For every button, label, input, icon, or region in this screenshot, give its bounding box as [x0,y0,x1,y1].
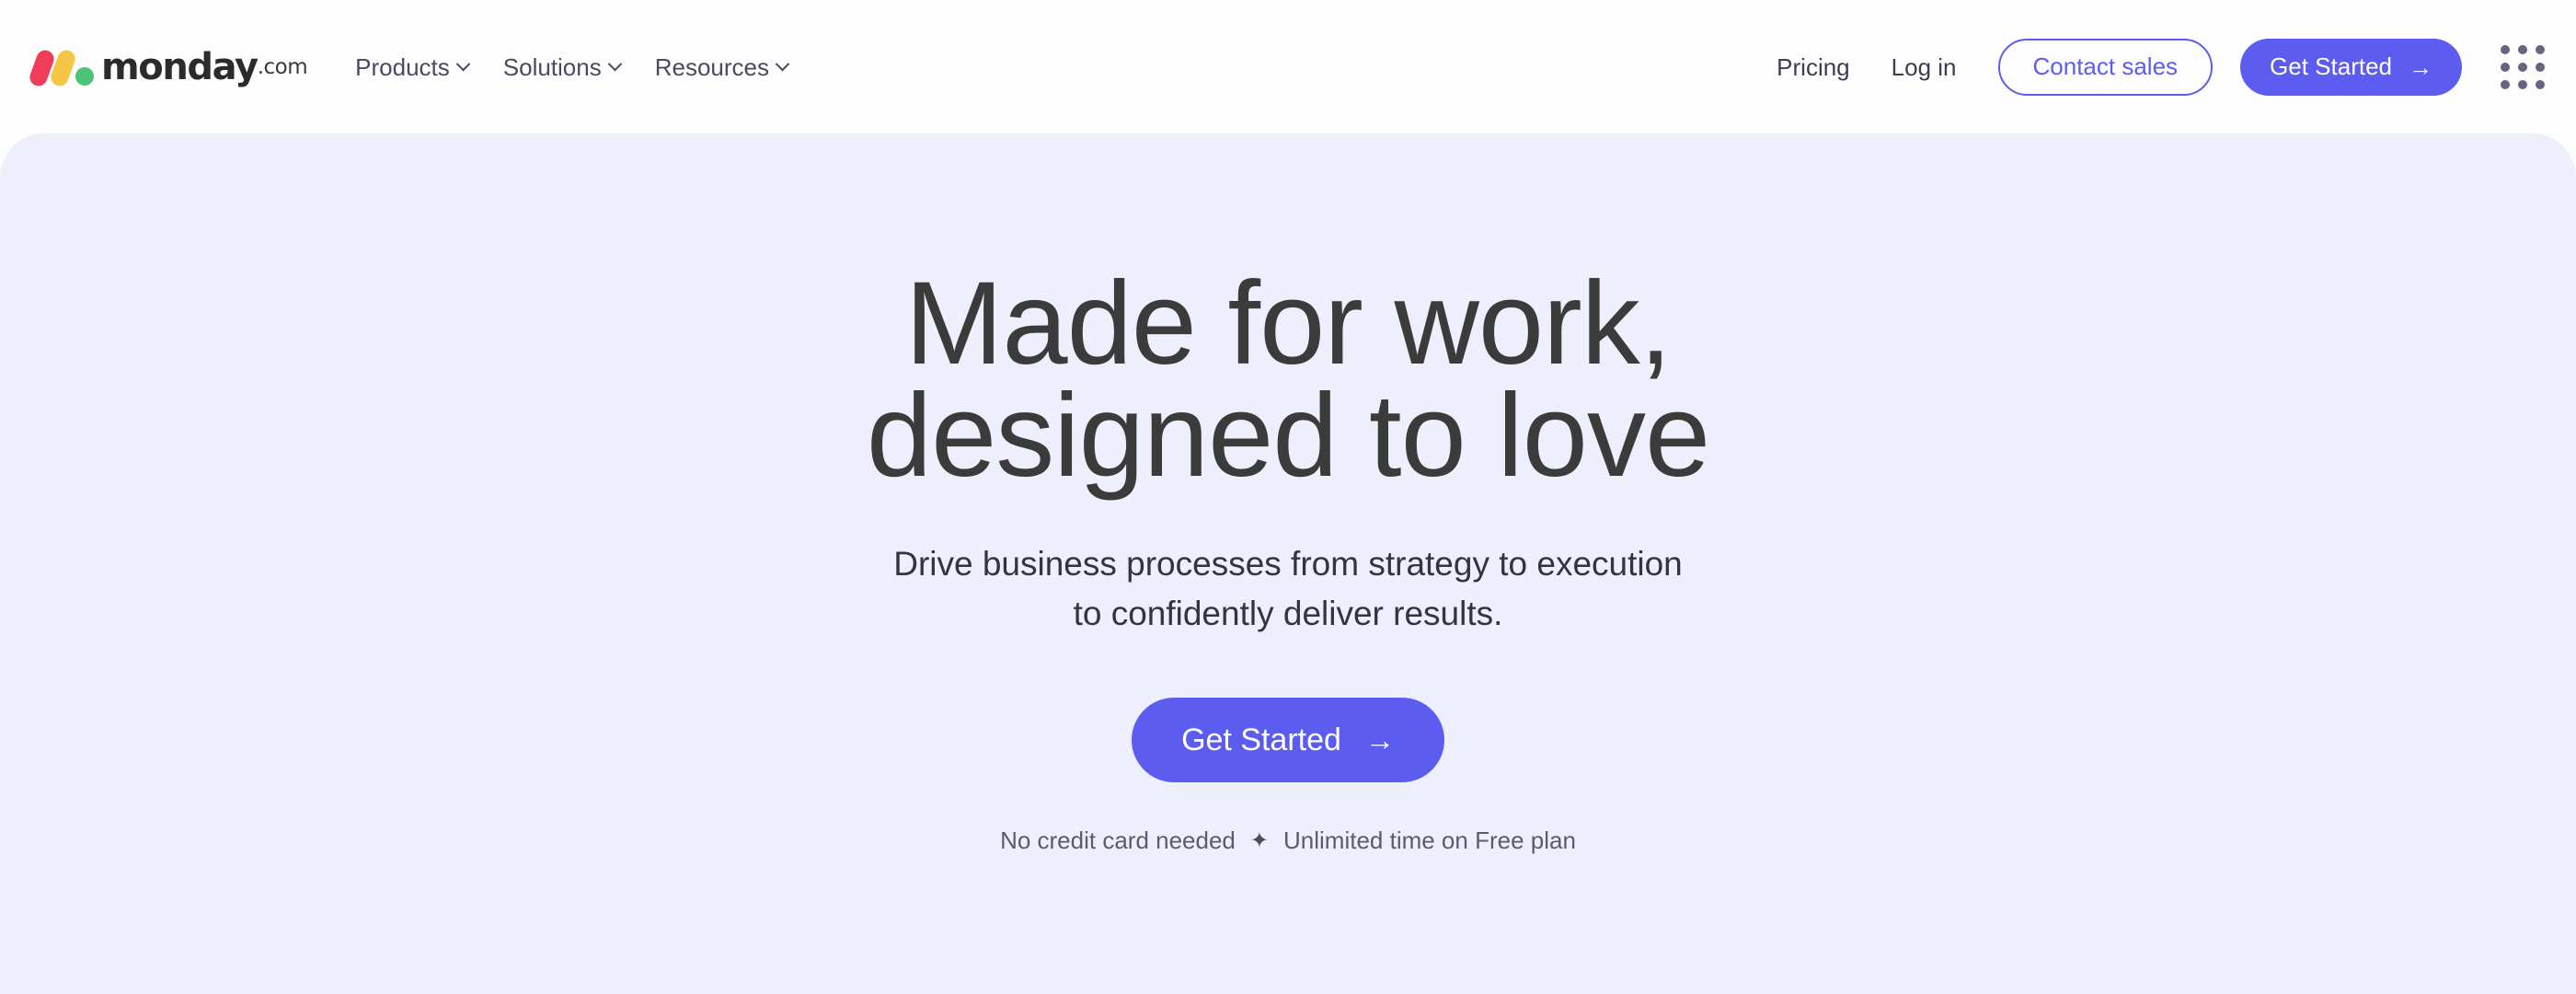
hero-subheadline-line-1: Drive business processes from strategy t… [893,545,1683,584]
grid-dot [2518,79,2527,89]
arrow-right-icon: → [1364,723,1395,757]
hero-section: Made for work, designed to love Drive bu… [0,133,2576,994]
site-header: monday .com Products Solutions Resources… [0,0,2576,133]
monday-logo[interactable]: monday .com [27,45,308,88]
hero-headline: Made for work, designed to love [866,258,1710,502]
header-get-started-label: Get Started [2270,52,2392,80]
nav-item-solutions[interactable]: Solutions [502,52,623,81]
grid-dot [2536,44,2545,54]
hero-headline-line-2: designed to love [866,369,1710,502]
header-get-started-button[interactable]: Get Started → [2240,38,2462,96]
hero-headline-line-1: Made for work, [904,258,1673,389]
grid-dot [2501,44,2510,54]
chevron-down-icon [775,56,790,72]
nav-link-pricing[interactable]: Pricing [1777,55,1849,79]
logo-green-dot-icon [75,66,94,86]
nav-item-products-label: Products [355,52,450,81]
chevron-down-icon [607,56,623,72]
logo-yellow-bar-icon [48,47,78,88]
nav-item-resources-label: Resources [654,52,770,81]
hero-footnote-left: No credit card needed [1000,826,1236,855]
nav-item-solutions-label: Solutions [502,52,602,81]
grid-dot [2518,44,2527,54]
logo-wordmark: monday [101,45,259,88]
nav-item-products[interactable]: Products [355,52,471,81]
header-actions: Pricing Log in Contact sales Get Started… [1777,38,2545,96]
page-root: monday .com Products Solutions Resources… [0,0,2576,994]
logo-tld: .com [257,54,308,79]
contact-sales-button[interactable]: Contact sales [1997,38,2214,96]
hero-get-started-label: Get Started [1181,722,1341,757]
chevron-down-icon [455,56,471,72]
nav-item-resources[interactable]: Resources [654,52,790,81]
nav-link-login[interactable]: Log in [1892,55,1957,79]
hero-footnote-right: Unlimited time on Free plan [1283,826,1576,855]
hero-get-started-button[interactable]: Get Started → [1132,698,1444,783]
monday-logo-mark [27,46,96,88]
hero-subheadline-line-2: to confidently deliver results. [1073,594,1503,632]
sparkle-icon: ✦ [1249,827,1269,853]
grid-dot [2518,62,2527,72]
grid-dot [2501,79,2510,89]
hero-subheadline: Drive business processes from strategy t… [893,539,1683,638]
apps-grid-icon[interactable] [2501,44,2545,89]
grid-dot [2536,62,2545,72]
arrow-right-icon: → [2409,52,2432,81]
grid-dot [2536,79,2545,89]
primary-navigation: Products Solutions Resources [355,52,790,81]
grid-dot [2501,62,2510,72]
hero-footnote: No credit card needed ✦ Unlimited time o… [1000,826,1576,855]
